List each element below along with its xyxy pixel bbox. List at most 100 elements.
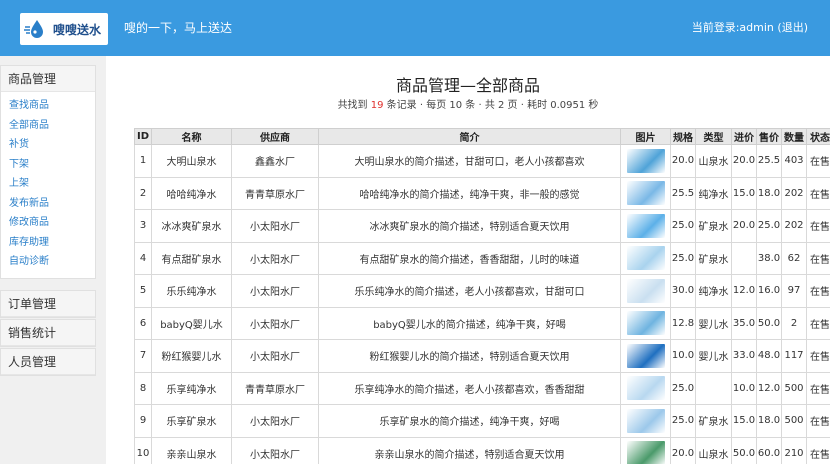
table-row[interactable]: 10 亲亲山泉水 小太阳水厂 亲亲山泉水的简介描述，特别适合夏天饮用 20.0 山泉水 50… xyxy=(134,436,830,464)
page-title: 商品管理—全部商品 xyxy=(395,76,540,95)
cell-qty: 2 xyxy=(781,306,807,340)
logout-link[interactable]: (退出) xyxy=(777,21,808,34)
product-thumbnail[interactable] xyxy=(626,246,665,271)
sidebar-item-stock-assistant[interactable]: 库存助理 xyxy=(1,233,95,253)
table-row[interactable]: 9 乐享矿泉水 小太阳水厂 乐享矿泉水的简介描述，纯净干爽，好喝 25.0 矿泉水 15.0… xyxy=(134,404,830,438)
table-row[interactable]: 7 粉红猴婴儿水 小太阳水厂 粉红猴婴儿水的简介描述，特别适合夏天饮用 10.0 婴儿水 3… xyxy=(134,339,830,373)
cell-cost: 20.0 xyxy=(731,209,757,243)
summary-suffix: 条记录 · 每页 10 条 · 共 2 页 · 耗时 0.0951 秒 xyxy=(386,100,599,111)
cell-qty: 202 xyxy=(781,209,807,243)
col-header-supplier: 供应商 xyxy=(231,128,319,145)
sidebar-item-find-product[interactable]: 查找商品 xyxy=(1,96,95,116)
cell-id: 9 xyxy=(134,404,152,438)
cell-supplier: 小太阳水厂 xyxy=(231,209,319,243)
cell-spec: 25.0 xyxy=(670,241,696,275)
product-thumbnail[interactable] xyxy=(626,441,665,464)
result-summary: 共找到 19 条记录 · 每页 10 条 · 共 2 页 · 耗时 0.0951… xyxy=(106,96,830,111)
table-row[interactable]: 8 乐享纯净水 青青草原水厂 乐享纯净水的简介描述，老人小孩都喜欢，香香甜甜 25.0 1… xyxy=(134,371,830,405)
cell-type: 山泉水 xyxy=(695,144,732,178)
cell-cost: 15.0 xyxy=(731,404,757,438)
cell-status: 在售 xyxy=(806,404,830,438)
cell-spec: 30.0 xyxy=(670,274,696,308)
col-header-price: 售价 xyxy=(756,128,782,145)
col-header-cost: 进价 xyxy=(731,128,757,145)
table-header-row: ID 名称 供应商 简介 图片 规格 类型 进价 售价 数量 状态 xyxy=(134,128,830,145)
record-count: 19 xyxy=(370,100,384,111)
sidebar-section-staff: 人员管理 xyxy=(0,348,96,376)
col-header-image: 图片 xyxy=(620,128,671,145)
sidebar-item-all-products[interactable]: 全部商品 xyxy=(1,116,95,136)
cell-name: 乐乐纯净水 xyxy=(151,274,232,308)
cell-name: 乐享纯净水 xyxy=(151,371,232,405)
cell-image xyxy=(620,436,671,464)
summary-prefix: 共找到 xyxy=(337,100,368,111)
cell-spec: 25.0 xyxy=(670,404,696,438)
cell-qty: 117 xyxy=(781,339,807,373)
table-row[interactable]: 2 哈哈纯净水 青青草原水厂 哈哈纯净水的简介描述，纯净干爽，非一般的感觉 25.5 纯净… xyxy=(134,176,830,210)
sidebar-section-title-order[interactable]: 订单管理 xyxy=(1,291,95,317)
cell-price: 18.0 xyxy=(756,176,782,210)
sidebar-section-title-product[interactable]: 商品管理 xyxy=(1,66,95,92)
cell-image xyxy=(620,371,671,405)
cell-type: 矿泉水 xyxy=(695,241,732,275)
table-row[interactable]: 1 大明山泉水 鑫鑫水厂 大明山泉水的简介描述，甘甜可口，老人小孩都喜欢 20.0 山泉水… xyxy=(134,144,830,178)
sidebar-item-take-down[interactable]: 下架 xyxy=(1,155,95,175)
product-thumbnail[interactable] xyxy=(626,213,665,238)
table-row[interactable]: 6 babyQ婴儿水 小太阳水厂 babyQ婴儿水的简介描述，纯净干爽，好喝 12.8 婴… xyxy=(134,306,830,340)
cell-status: 在售 xyxy=(806,339,830,373)
sidebar-product-list: 查找商品 全部商品 补货 下架 上架 发布新品 修改商品 库存助理 自动诊断 xyxy=(1,92,95,278)
product-thumbnail[interactable] xyxy=(626,181,665,206)
sidebar-item-publish-new[interactable]: 发布新品 xyxy=(1,194,95,214)
cell-supplier: 小太阳水厂 xyxy=(231,436,319,464)
product-thumbnail[interactable] xyxy=(626,343,665,368)
cell-supplier: 小太阳水厂 xyxy=(231,339,319,373)
cell-type xyxy=(695,371,732,405)
product-table: ID 名称 供应商 简介 图片 规格 类型 进价 售价 数量 状态 1 大明山泉水… xyxy=(134,128,830,464)
sidebar-section-title-staff[interactable]: 人员管理 xyxy=(1,349,95,375)
cell-type: 山泉水 xyxy=(695,436,732,464)
product-thumbnail[interactable] xyxy=(626,311,665,336)
cell-cost: 20.0 xyxy=(731,144,757,178)
slogan: 嗖的一下，马上送达 xyxy=(124,21,233,35)
cell-name: 哈哈纯净水 xyxy=(151,176,232,210)
cell-cost: 10.0 xyxy=(731,371,757,405)
cell-status: 在售 xyxy=(806,209,830,243)
cell-image xyxy=(620,339,671,373)
cell-status: 在售 xyxy=(806,144,830,178)
sidebar-item-edit-product[interactable]: 修改商品 xyxy=(1,213,95,233)
cell-price: 18.0 xyxy=(756,404,782,438)
login-info: 当前登录:admin (退出) xyxy=(692,19,808,35)
sidebar-section-title-sales[interactable]: 销售统计 xyxy=(1,320,95,346)
product-thumbnail[interactable] xyxy=(626,278,665,303)
product-thumbnail[interactable] xyxy=(626,408,665,433)
cell-desc: 大明山泉水的简介描述，甘甜可口，老人小孩都喜欢 xyxy=(318,144,621,178)
sidebar-item-restock[interactable]: 补货 xyxy=(1,135,95,155)
table-row[interactable]: 3 冰冰爽矿泉水 小太阳水厂 冰冰爽矿泉水的简介描述，特别适合夏天饮用 25.0 矿泉水 2… xyxy=(134,209,830,243)
cell-desc: babyQ婴儿水的简介描述，纯净干爽，好喝 xyxy=(318,306,621,340)
cell-id: 5 xyxy=(134,274,152,308)
cell-desc: 亲亲山泉水的简介描述，特别适合夏天饮用 xyxy=(318,436,621,464)
cell-cost: 33.0 xyxy=(731,339,757,373)
cell-type: 婴儿水 xyxy=(695,306,732,340)
cell-price: 12.0 xyxy=(756,371,782,405)
cell-price: 25.0 xyxy=(756,209,782,243)
cell-price: 48.0 xyxy=(756,339,782,373)
product-thumbnail[interactable] xyxy=(626,376,665,401)
table-row[interactable]: 5 乐乐纯净水 小太阳水厂 乐乐纯净水的简介描述，老人小孩都喜欢，甘甜可口 30.0 纯净… xyxy=(134,274,830,308)
cell-desc: 乐享矿泉水的简介描述，纯净干爽，好喝 xyxy=(318,404,621,438)
sidebar-item-put-on-shelf[interactable]: 上架 xyxy=(1,174,95,194)
cell-id: 1 xyxy=(134,144,152,178)
cell-spec: 25.5 xyxy=(670,176,696,210)
current-user: 当前登录:admin xyxy=(691,21,774,34)
cell-status: 在售 xyxy=(806,176,830,210)
product-thumbnail[interactable] xyxy=(626,148,665,173)
logo[interactable]: 嗖嗖送水 xyxy=(20,13,108,45)
cell-id: 2 xyxy=(134,176,152,210)
cell-qty: 62 xyxy=(781,241,807,275)
cell-desc: 乐乐纯净水的简介描述，老人小孩都喜欢，甘甜可口 xyxy=(318,274,621,308)
table-row[interactable]: 4 有点甜矿泉水 小太阳水厂 有点甜矿泉水的简介描述，香香甜甜，儿时的味道 25.0 矿泉… xyxy=(134,241,830,275)
col-header-status: 状态 xyxy=(806,128,830,145)
sidebar-item-auto-diagnose[interactable]: 自动诊断 xyxy=(1,252,95,272)
cell-qty: 500 xyxy=(781,371,807,405)
cell-desc: 哈哈纯净水的简介描述，纯净干爽，非一般的感觉 xyxy=(318,176,621,210)
